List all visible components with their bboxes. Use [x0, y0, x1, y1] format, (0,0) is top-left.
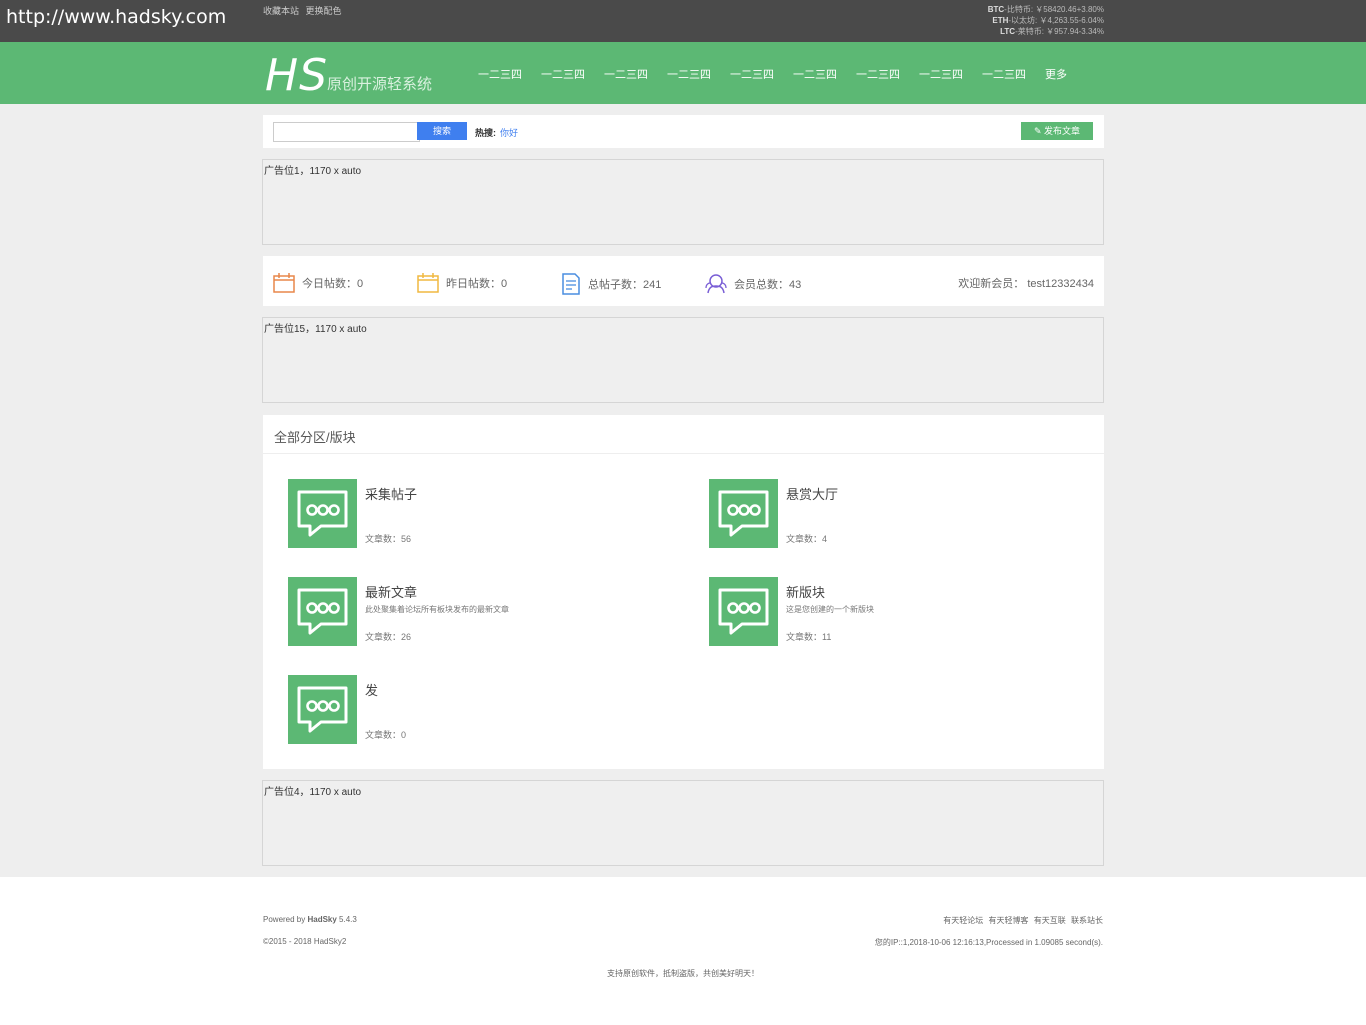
footer-slogan: 支持原创软件，抵制盗版，共创美好明天！ [607, 969, 759, 978]
stat-today: 今日帖数：0 [273, 273, 363, 293]
search-bar: 搜索 热搜: 你好 ✎ 发布文章 [263, 115, 1104, 148]
site-url[interactable]: http://www.hadsky.com [6, 6, 226, 28]
board-description: 此处聚集着论坛所有板块发布的最新文章 [365, 605, 509, 614]
nav-more[interactable]: 更多 [1045, 66, 1067, 82]
board-name[interactable]: 发 [365, 680, 378, 699]
hot-keyword-link[interactable]: 你好 [500, 128, 518, 138]
welcome-new-member[interactable]: 欢迎新会员： test12332434 [958, 275, 1094, 291]
board-name[interactable]: 悬赏大厅 [786, 484, 838, 503]
logo-mark: HS [265, 50, 329, 101]
nav-item[interactable]: 一二三四 [919, 66, 963, 82]
search-input[interactable] [273, 122, 420, 142]
calendar-icon [273, 273, 295, 293]
search-button[interactable]: 搜索 [417, 122, 467, 140]
ad-slot-4[interactable]: 广告位4，1170 x auto [262, 780, 1104, 866]
footer-links: 有天轻论坛 有天轻博客 有天互联 联系站长 [940, 915, 1103, 926]
board-name[interactable]: 采集帖子 [365, 484, 417, 503]
chat-bubble-icon[interactable] [709, 577, 778, 646]
section-title: 全部分区/版块 [274, 430, 356, 445]
hot-search: 热搜: 你好 [475, 126, 518, 139]
chat-bubble-icon[interactable] [288, 479, 357, 548]
footer-link[interactable]: 有天轻论坛 [943, 916, 983, 925]
top-links: 收藏本站 更换配色 [263, 4, 346, 17]
nav-item[interactable]: 一二三四 [478, 66, 522, 82]
divider [263, 453, 1104, 454]
users-icon [705, 274, 727, 294]
change-theme-link[interactable]: 更换配色 [306, 6, 342, 16]
footer-link[interactable]: 有天互联 [1034, 916, 1066, 925]
top-bar: http://www.hadsky.com 收藏本站 更换配色 BTC-比特币:… [0, 0, 1366, 42]
logo-slogan: 原创开源轻系统 [327, 76, 433, 93]
hot-search-label: 热搜: [475, 128, 496, 138]
footer-link[interactable]: 联系站长 [1071, 916, 1103, 925]
main-nav: 一二三四 一二三四 一二三四 一二三四 一二三四 一二三四 一二三四 一二三四 … [478, 66, 1067, 82]
board-article-count: 文章数：11 [786, 632, 832, 642]
bookmark-link[interactable]: 收藏本站 [263, 6, 299, 16]
chat-bubble-icon[interactable] [288, 675, 357, 744]
forum-board-list: 全部分区/版块 采集帖子 文章数：56 悬赏大厅 文章数：4 最新文章 此处聚集… [263, 415, 1104, 769]
chat-bubble-icon[interactable] [709, 479, 778, 548]
site-logo[interactable]: HS 原创开源轻系统 [265, 50, 432, 101]
document-icon [562, 273, 580, 295]
board-article-count: 文章数：4 [786, 534, 828, 544]
nav-item[interactable]: 一二三四 [730, 66, 774, 82]
board-name[interactable]: 新版块 [786, 582, 825, 601]
powered-by: Powered by HadSky 5.4.3 [263, 915, 357, 924]
hadsky-link[interactable]: HadSky [307, 915, 336, 924]
crypto-ticker: BTC-比特币: ￥58420.46+3.80% ETH-以太坊: ￥4,263… [988, 4, 1104, 37]
calendar-icon [417, 273, 439, 293]
chat-bubble-icon[interactable] [288, 577, 357, 646]
board-item[interactable]: 新版块 这是您创建的一个新版块 文章数：11 [709, 577, 1089, 647]
board-name[interactable]: 最新文章 [365, 582, 417, 601]
nav-item[interactable]: 一二三四 [667, 66, 711, 82]
board-item[interactable]: 最新文章 此处聚集着论坛所有板块发布的最新文章 文章数：26 [288, 577, 668, 647]
ticker-btc: BTC-比特币: ￥58420.46+3.80% [987, 5, 1104, 14]
board-item[interactable]: 采集帖子 文章数：56 [288, 479, 668, 549]
stat-members: 会员总数：43 [705, 273, 801, 295]
edit-icon: ✎ [1033, 126, 1042, 136]
board-article-count: 文章数：56 [365, 534, 412, 544]
nav-item[interactable]: 一二三四 [982, 66, 1026, 82]
ticker-eth: ETH-以太坊: ￥4,263.55-6.04% [992, 16, 1104, 25]
nav-item[interactable]: 一二三四 [793, 66, 837, 82]
board-description: 这是您创建的一个新版块 [786, 605, 874, 614]
stat-total-posts: 总帖子数：241 [561, 273, 661, 295]
nav-item[interactable]: 一二三四 [541, 66, 585, 82]
server-info: 您的IP::1,2018-10-06 12:16:13,Processed in… [874, 938, 1103, 947]
ticker-ltc: LTC-莱特币: ￥957.94-3.34% [1000, 27, 1104, 36]
stats-bar: 今日帖数：0 昨日帖数：0 总帖子数：241 会员总数：43 欢迎新会员： te… [263, 256, 1104, 306]
ad-slot-15[interactable]: 广告位15，1170 x auto [262, 317, 1104, 403]
copyright: ©2015 - 2018 HadSky2 [263, 937, 347, 946]
board-article-count: 文章数：0 [365, 730, 407, 740]
board-item[interactable]: 发 文章数：0 [288, 675, 668, 745]
footer-link[interactable]: 有天轻博客 [989, 916, 1029, 925]
footer: Powered by HadSky 5.4.3 ©2015 - 2018 Had… [0, 877, 1366, 1025]
nav-item[interactable]: 一二三四 [856, 66, 900, 82]
ad-slot-1[interactable]: 广告位1，1170 x auto [262, 159, 1104, 245]
publish-article-button[interactable]: ✎ 发布文章 [1021, 122, 1093, 140]
nav-item[interactable]: 一二三四 [604, 66, 648, 82]
board-item[interactable]: 悬赏大厅 文章数：4 [709, 479, 1089, 549]
stat-yesterday: 昨日帖数：0 [417, 273, 507, 293]
board-article-count: 文章数：26 [365, 632, 412, 642]
